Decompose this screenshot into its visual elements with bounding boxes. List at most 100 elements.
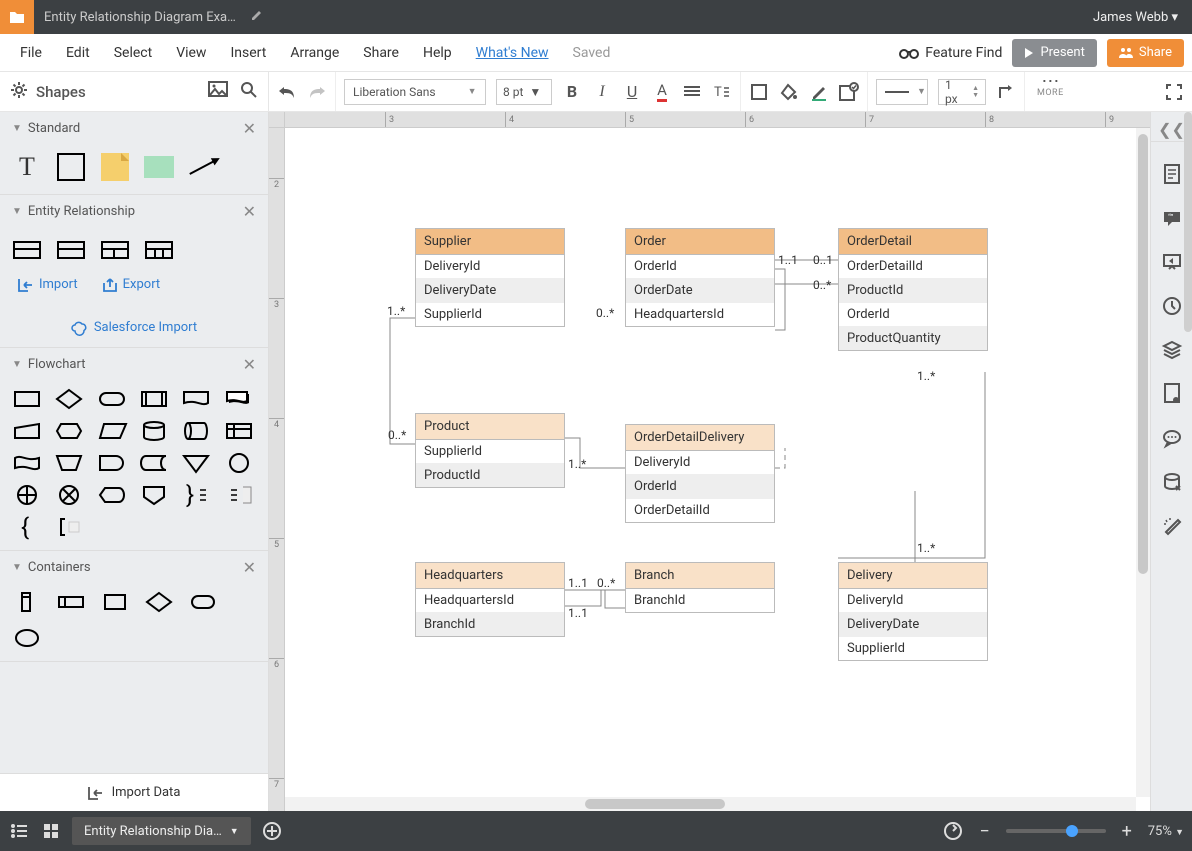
section-flowchart-header[interactable]: ▼Flowchart✕ [0,348,268,380]
text-color-button[interactable]: A [652,82,672,102]
entity-order[interactable]: Order OrderId OrderDate HeadquartersId [625,228,775,327]
line-width-input[interactable]: 1 px▲▼ [938,79,986,105]
underline-button[interactable]: U [622,82,642,102]
entity-field[interactable]: SupplierId [416,440,564,464]
line-options-button[interactable] [996,82,1016,102]
vertical-scrollbar[interactable] [1136,128,1150,797]
fc-brace-left[interactable]: { [12,516,42,538]
fc-internal[interactable] [224,420,254,442]
cont-6[interactable] [12,627,42,649]
entity-orderdetail[interactable]: OrderDetail OrderDetailId ProductId Orde… [838,228,988,351]
entity-field[interactable]: HeadquartersId [416,589,564,613]
entity-branch[interactable]: Branch BranchId [625,562,775,613]
fc-preparation[interactable] [54,420,84,442]
entity-field[interactable]: DeliveryId [839,589,987,613]
fc-paper-tape[interactable] [12,452,42,474]
fullscreen-button[interactable] [1164,82,1184,102]
horizontal-scrollbar[interactable] [285,797,1136,811]
font-size-input[interactable]: 8 pt▼ [496,79,552,105]
cont-3[interactable] [100,591,130,613]
fill-button[interactable] [779,82,799,102]
close-icon[interactable]: ✕ [243,202,256,221]
entity-field[interactable]: SupplierId [839,637,987,660]
entity-field[interactable]: OrderId [626,475,774,499]
entity-field[interactable]: DeliveryId [416,255,564,279]
fc-stored[interactable] [139,452,169,474]
fc-connector[interactable] [224,452,254,474]
pencil-icon[interactable] [250,8,264,26]
entity-field[interactable]: DeliveryId [626,451,774,475]
entity-delivery[interactable]: Delivery DeliveryId DeliveryDate Supplie… [838,562,988,661]
more-button[interactable]: ⋯ [1040,74,1060,88]
close-icon[interactable]: ✕ [243,119,256,138]
line-style-select[interactable]: ▼ [876,79,928,105]
menu-edit[interactable]: Edit [54,39,102,67]
menu-share[interactable]: Share [351,39,411,67]
italic-button[interactable]: I [592,82,612,102]
fc-delay[interactable] [97,452,127,474]
history-icon[interactable] [1160,294,1184,318]
doc-title[interactable]: Entity Relationship Diagram Exa… [34,10,246,25]
gear-icon[interactable] [10,81,28,103]
page-settings-icon[interactable] [1160,382,1184,406]
magic-icon[interactable] [1160,514,1184,538]
entity-field[interactable]: OrderId [626,255,774,279]
fc-note[interactable] [224,484,254,506]
er-shape-2[interactable] [56,235,86,265]
entity-field[interactable]: OrderDate [626,279,774,303]
menu-view[interactable]: View [164,39,218,67]
arrow-shape[interactable] [188,152,218,182]
import-data-button[interactable]: Import Data [0,773,268,811]
outline-view-icon[interactable] [8,820,30,842]
fc-direct[interactable] [181,420,211,442]
redo-button[interactable] [307,82,327,102]
entity-field[interactable]: OrderDetailId [626,499,774,522]
entity-field[interactable]: DeliveryDate [416,279,564,303]
present-button[interactable]: Present [1012,39,1096,67]
zoom-out-button[interactable]: − [974,820,996,842]
user-menu[interactable]: James Webb ▾ [1079,10,1192,25]
cont-1[interactable] [12,591,42,613]
zoom-slider[interactable] [1006,829,1106,833]
section-er-header[interactable]: ▼Entity Relationship✕ [0,195,268,227]
menu-file[interactable]: File [8,39,54,67]
fc-terminator[interactable] [97,388,127,410]
fc-process[interactable] [12,388,42,410]
bold-button[interactable]: B [562,82,582,102]
fc-multidoc[interactable] [224,388,254,410]
menu-select[interactable]: Select [102,39,164,67]
zoom-value[interactable]: 75% ▼ [1148,824,1184,839]
er-shape-4[interactable] [144,235,174,265]
er-shape-1[interactable] [12,235,42,265]
shape-fill-button[interactable] [749,82,769,102]
cont-2[interactable] [56,591,86,613]
fc-brace-right[interactable]: } [181,484,211,506]
notes-icon[interactable] [1160,162,1184,186]
font-select[interactable]: Liberation Sans▼ [344,79,486,105]
fc-decision[interactable] [54,388,84,410]
entity-field[interactable]: HeadquartersId [626,303,774,326]
note-shape[interactable] [100,152,130,182]
fc-bracket[interactable] [54,516,84,538]
entity-field[interactable]: ProductQuantity [839,327,987,350]
add-page-button[interactable] [261,820,283,842]
cont-4[interactable] [144,591,174,613]
canvas[interactable]: Supplier DeliveryId DeliveryDate Supplie… [285,128,1150,811]
menu-insert[interactable]: Insert [218,39,278,67]
fc-manual-op[interactable] [54,452,84,474]
text-options-button[interactable]: T [712,82,732,102]
image-icon[interactable] [208,81,228,103]
entity-field[interactable]: SupplierId [416,303,564,326]
close-icon[interactable]: ✕ [243,355,256,374]
fc-merge[interactable] [181,452,211,474]
doc-icon[interactable] [0,0,34,34]
import-link[interactable]: Import [18,277,78,292]
entity-supplier[interactable]: Supplier DeliveryId DeliveryDate Supplie… [415,228,565,327]
fc-display[interactable] [97,484,127,506]
zoom-in-button[interactable]: + [1116,820,1138,842]
chat-icon[interactable] [1160,426,1184,450]
entity-field[interactable]: ProductId [416,464,564,487]
sync-icon[interactable] [942,820,964,842]
entity-headquarters[interactable]: Headquarters HeadquartersId BranchId [415,562,565,637]
feature-find[interactable]: Feature Find [899,45,1002,61]
